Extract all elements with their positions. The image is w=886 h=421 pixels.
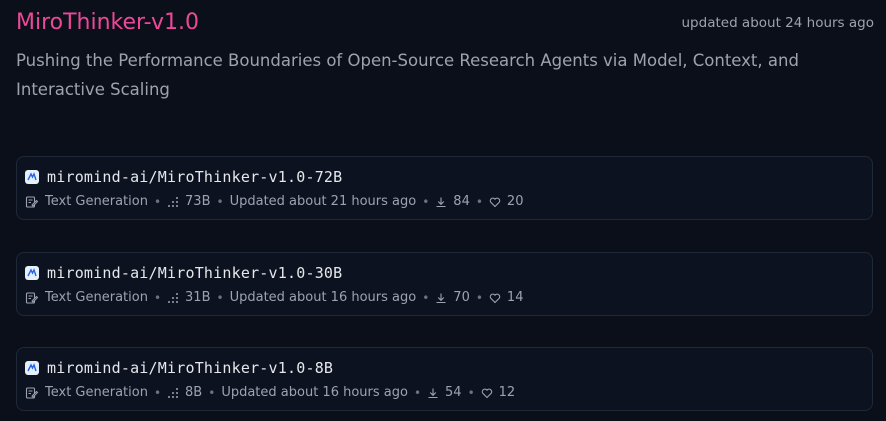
separator-dot: •	[475, 290, 483, 305]
collection-title[interactable]: MiroThinker-v1.0	[16, 8, 199, 38]
parameters-icon	[167, 387, 179, 399]
separator-dot: •	[422, 290, 430, 305]
parameters-icon	[167, 292, 179, 304]
download-icon	[435, 292, 447, 304]
model-meta: Text Generation • 8B • Updated about 16 …	[25, 385, 515, 400]
separator-dot: •	[467, 385, 475, 400]
collection-page: MiroThinker-v1.0 updated about 24 hours …	[0, 0, 886, 421]
miromind-logo-icon	[25, 361, 39, 375]
model-name[interactable]: miromind-ai/MiroThinker-v1.0-72B	[47, 168, 342, 186]
model-task: Text Generation	[45, 290, 148, 305]
separator-dot: •	[153, 290, 162, 305]
model-downloads: 70	[453, 290, 470, 305]
separator-dot: •	[153, 385, 162, 400]
heart-icon[interactable]	[481, 387, 493, 399]
model-name-row: miromind-ai/MiroThinker-v1.0-30B	[25, 264, 342, 282]
model-meta: Text Generation • 31B • Updated about 16…	[25, 290, 523, 305]
model-params: 73B	[185, 194, 211, 209]
model-card[interactable]: miromind-ai/MiroThinker-v1.0-8B Text Gen…	[16, 347, 873, 411]
collection-header: MiroThinker-v1.0 updated about 24 hours …	[16, 8, 874, 38]
heart-icon[interactable]	[489, 196, 501, 208]
download-icon	[435, 196, 447, 208]
model-card[interactable]: miromind-ai/MiroThinker-v1.0-30B Text Ge…	[16, 252, 873, 316]
model-likes: 20	[506, 194, 524, 209]
model-task: Text Generation	[45, 385, 148, 400]
model-downloads: 84	[453, 194, 470, 209]
heart-icon[interactable]	[489, 292, 501, 304]
model-params: 8B	[185, 385, 203, 400]
model-params: 31B	[185, 290, 211, 305]
model-name-row: miromind-ai/MiroThinker-v1.0-72B	[25, 168, 342, 186]
separator-dot: •	[216, 194, 224, 209]
miromind-logo-icon	[25, 170, 39, 184]
separator-dot: •	[475, 194, 483, 209]
separator-dot: •	[153, 194, 162, 209]
model-name-row: miromind-ai/MiroThinker-v1.0-8B	[25, 359, 333, 377]
download-icon	[427, 387, 439, 399]
parameters-icon	[167, 196, 179, 208]
model-likes: 12	[498, 385, 516, 400]
text-generation-icon	[25, 195, 39, 209]
model-name[interactable]: miromind-ai/MiroThinker-v1.0-30B	[47, 264, 342, 282]
model-meta: Text Generation • 73B • Updated about 21…	[25, 194, 523, 209]
text-generation-icon	[25, 291, 39, 305]
collection-description: Pushing the Performance Boundaries of Op…	[16, 51, 799, 99]
separator-dot: •	[413, 385, 422, 400]
model-downloads: 54	[445, 385, 462, 400]
separator-dot: •	[422, 194, 430, 209]
model-updated: Updated about 16 hours ago	[221, 385, 408, 400]
separator-dot: •	[216, 290, 224, 305]
miromind-logo-icon	[25, 266, 39, 280]
model-updated: Updated about 16 hours ago	[229, 290, 417, 305]
separator-dot: •	[208, 385, 216, 400]
model-likes: 14	[506, 290, 524, 305]
collection-updated: updated about 24 hours ago	[681, 15, 875, 31]
model-task: Text Generation	[45, 194, 148, 209]
model-updated: Updated about 21 hours ago	[229, 194, 417, 209]
text-generation-icon	[25, 386, 39, 400]
model-card[interactable]: miromind-ai/MiroThinker-v1.0-72B Text Ge…	[16, 156, 873, 220]
model-name[interactable]: miromind-ai/MiroThinker-v1.0-8B	[47, 359, 333, 377]
